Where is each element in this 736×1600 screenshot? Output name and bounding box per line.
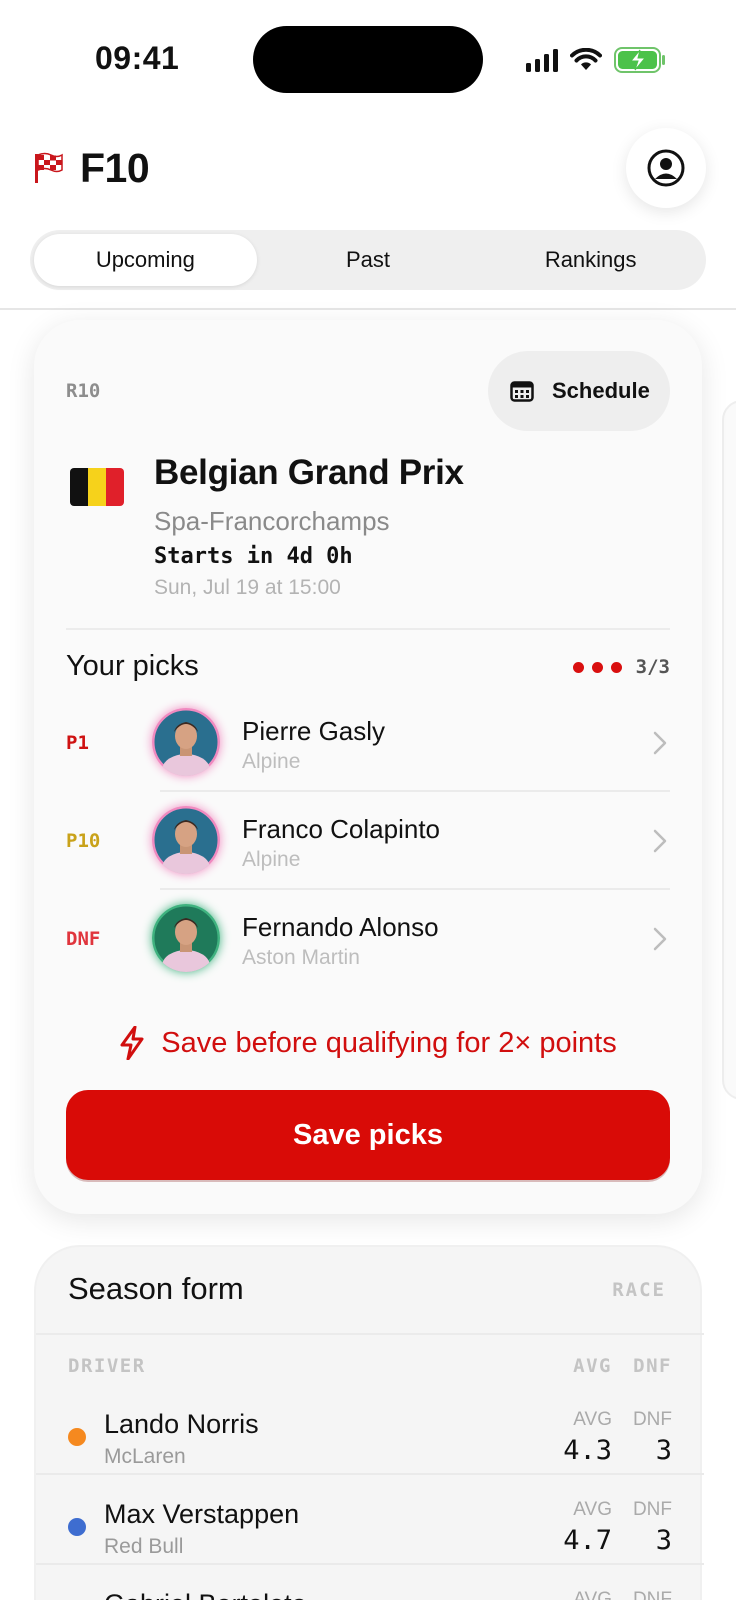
status-icons — [526, 44, 666, 76]
chevron-right-icon — [653, 829, 667, 853]
avg-value: 4.3 — [563, 1435, 612, 1466]
bonus-hint: Save before qualifying for 2× points — [34, 1026, 702, 1060]
pick-row[interactable]: DNF Fernando Alonso Aston Martin — [34, 890, 702, 988]
calendar-icon — [510, 381, 534, 402]
card-divider — [66, 628, 670, 630]
driver-photo-icon — [152, 708, 220, 776]
status-time: 09:41 — [95, 40, 180, 76]
round-label: R10 — [66, 380, 101, 402]
driver-avatar — [152, 708, 220, 776]
race-name: Belgian Grand Prix — [154, 453, 464, 492]
driver-name: Pierre Gasly — [242, 716, 386, 746]
lightning-icon — [120, 1026, 144, 1060]
avg-value: 4.7 — [563, 1525, 612, 1556]
season-form-mode[interactable]: RACE — [612, 1279, 666, 1301]
column-header-avg: AVG — [573, 1355, 612, 1377]
checkered-flag-icon — [35, 152, 63, 183]
driver-team: Aston Martin — [242, 946, 360, 969]
dnf-label: DNF — [632, 1589, 672, 1600]
column-header-driver: DRIVER — [68, 1355, 146, 1377]
picks-progress: 3/3 — [572, 656, 670, 678]
season-form-row[interactable]: Gabriel Bortoleto AVG DNF — [36, 1565, 704, 1600]
flag-stripe-yellow — [88, 468, 106, 506]
season-form-row[interactable]: Max Verstappen Red Bull AVG 4.7 DNF 3 — [36, 1475, 704, 1565]
dnf-value: 3 — [655, 1525, 672, 1556]
driver-avatar — [152, 806, 220, 874]
driver-team: Alpine — [242, 750, 301, 773]
dnf-label: DNF — [632, 1499, 672, 1520]
picks-title: Your picks — [66, 650, 199, 682]
form-driver-name: Gabriel Bortoleto — [104, 1589, 307, 1600]
battery-charging-icon — [614, 47, 665, 73]
season-divider — [36, 1333, 704, 1335]
circuit-name: Spa-Francorchamps — [154, 506, 390, 536]
avg-label: AVG — [573, 1499, 612, 1520]
app-title: F10 — [80, 145, 150, 191]
driver-photo-icon — [152, 806, 220, 874]
driver-avatar — [152, 904, 220, 972]
pick-position: P1 — [66, 732, 89, 754]
pick-row[interactable]: P1 Pierre Gasly Alpine — [34, 694, 702, 792]
chevron-right-icon — [653, 731, 667, 755]
dnf-label: DNF — [632, 1409, 672, 1430]
team-color-dot — [68, 1428, 86, 1446]
profile-button[interactable] — [626, 128, 706, 208]
race-countdown: Starts in 4d 0h — [154, 544, 353, 569]
tab-upcoming[interactable]: Upcoming — [34, 234, 257, 286]
form-driver-name: Lando Norris — [104, 1409, 259, 1439]
schedule-button[interactable]: Schedule — [488, 351, 670, 431]
season-form-card: Season form RACE DRIVER AVG DNF Lando No… — [34, 1245, 704, 1600]
form-driver-team: McLaren — [104, 1445, 186, 1468]
user-circle-icon — [647, 149, 685, 187]
app-header: F10 — [0, 128, 736, 212]
form-driver-name: Max Verstappen — [104, 1499, 300, 1529]
race-date: Sun, Jul 19 at 15:00 — [154, 576, 341, 599]
save-picks-button[interactable]: Save picks — [66, 1090, 670, 1180]
cellular-signal-icon — [526, 48, 558, 72]
picks-count: 3/3 — [635, 656, 670, 678]
tab-rankings[interactable]: Rankings — [479, 234, 702, 286]
chevron-right-icon — [653, 927, 667, 951]
team-color-dot — [68, 1518, 86, 1536]
driver-name: Fernando Alonso — [242, 912, 439, 942]
avg-label: AVG — [573, 1589, 612, 1600]
header-divider — [0, 308, 736, 310]
pick-position: P10 — [66, 830, 101, 852]
belgium-flag-icon — [70, 468, 124, 506]
driver-photo-icon — [152, 904, 220, 972]
driver-team: Alpine — [242, 848, 301, 871]
status-bar: 09:41 — [0, 0, 736, 118]
pick-dot — [572, 661, 584, 673]
flag-stripe-red — [106, 468, 124, 506]
form-driver-team: Red Bull — [104, 1535, 184, 1558]
race-card: R10 Schedule Belgian Grand Prix Spa-Fran… — [34, 320, 702, 1214]
season-form-row[interactable]: Lando Norris McLaren AVG 4.3 DNF 3 — [36, 1385, 704, 1475]
tab-past[interactable]: Past — [257, 234, 480, 286]
season-form-title: Season form — [68, 1271, 244, 1306]
pick-dot — [591, 661, 603, 673]
segmented-tabs: Upcoming Past Rankings — [30, 230, 706, 290]
wifi-icon — [570, 48, 602, 70]
pick-position: DNF — [66, 928, 101, 950]
pick-row[interactable]: P10 Franco Colapinto Alpine — [34, 792, 702, 890]
dynamic-island — [253, 26, 483, 93]
bonus-text: Save before qualifying for 2× points — [161, 1026, 617, 1059]
avg-label: AVG — [573, 1409, 612, 1430]
schedule-label: Schedule — [552, 378, 650, 403]
dnf-value: 3 — [655, 1435, 672, 1466]
column-header-dnf: DNF — [633, 1355, 672, 1377]
flag-stripe-black — [70, 468, 88, 506]
driver-name: Franco Colapinto — [242, 814, 440, 844]
pick-dot — [610, 661, 622, 673]
next-race-card-peek[interactable] — [722, 400, 736, 1100]
